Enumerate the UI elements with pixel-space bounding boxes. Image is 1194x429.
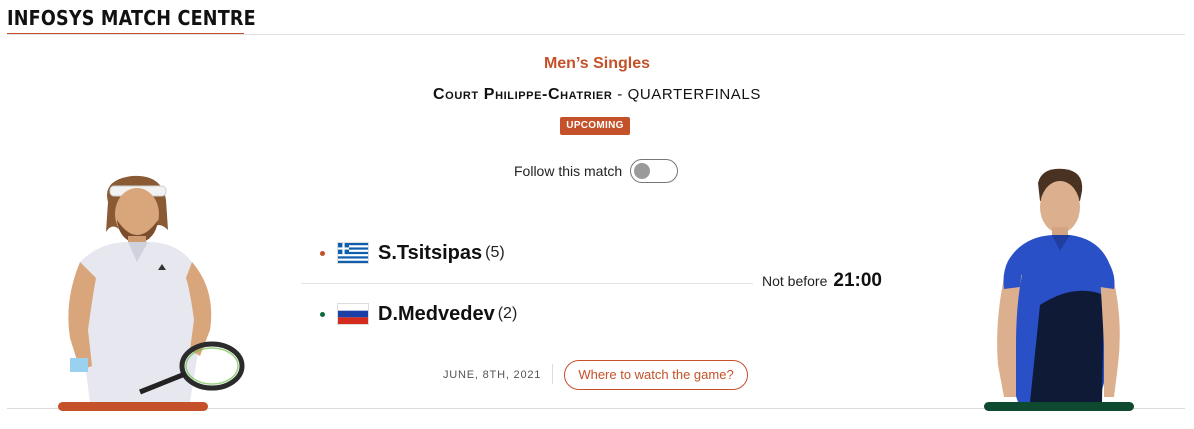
greece-flag-icon	[337, 242, 369, 264]
match-category: Men’s Singles	[543, 55, 651, 72]
player-photo-medvedev	[997, 168, 1120, 402]
player-accent-bar-tsitsipas	[58, 402, 208, 411]
page-title: INFOSYS MATCH CENTRE	[7, 6, 256, 30]
match-time: Not before 21:00	[762, 270, 882, 292]
player-dot	[320, 250, 325, 256]
player-accent-bar-medvedev	[984, 402, 1134, 411]
players-divider	[301, 283, 753, 284]
court-separator: -	[617, 86, 623, 103]
follow-toggle[interactable]	[630, 159, 679, 183]
round-name: Quarterfinals	[627, 86, 761, 103]
header-divider	[7, 34, 1185, 35]
player-name: D.Medvedev	[378, 302, 495, 325]
match-centre-header: INFOSYS MATCH CENTRE	[7, 4, 290, 35]
follow-label: Follow this match	[514, 163, 623, 179]
player-photo-tsitsipas	[68, 175, 245, 402]
follow-match: Follow this match	[514, 158, 679, 184]
player-seed: (5)	[485, 244, 505, 261]
court-round-line: Court Philippe-Chatrier - Quarterfinals	[0, 86, 1194, 104]
player-name: S.Tsitsipas	[378, 241, 483, 264]
player-row-medvedev[interactable]: D.Medvedev (2)	[320, 298, 517, 330]
match-date: June, 8th, 2021	[443, 369, 542, 381]
date-separator	[552, 364, 553, 384]
time-value: 21:00	[833, 270, 882, 291]
player-seed: (2)	[497, 305, 518, 322]
russia-flag-icon	[337, 303, 369, 325]
toggle-knob	[634, 163, 651, 179]
player-dot	[320, 311, 325, 317]
court-name: Court Philippe-Chatrier	[433, 86, 613, 103]
status-badge: UPCOMING	[560, 117, 630, 135]
time-label: Not before	[762, 273, 828, 289]
where-to-watch-button[interactable]: Where to watch the game?	[564, 360, 748, 390]
player-row-tsitsipas[interactable]: S.Tsitsipas (5)	[320, 237, 505, 269]
